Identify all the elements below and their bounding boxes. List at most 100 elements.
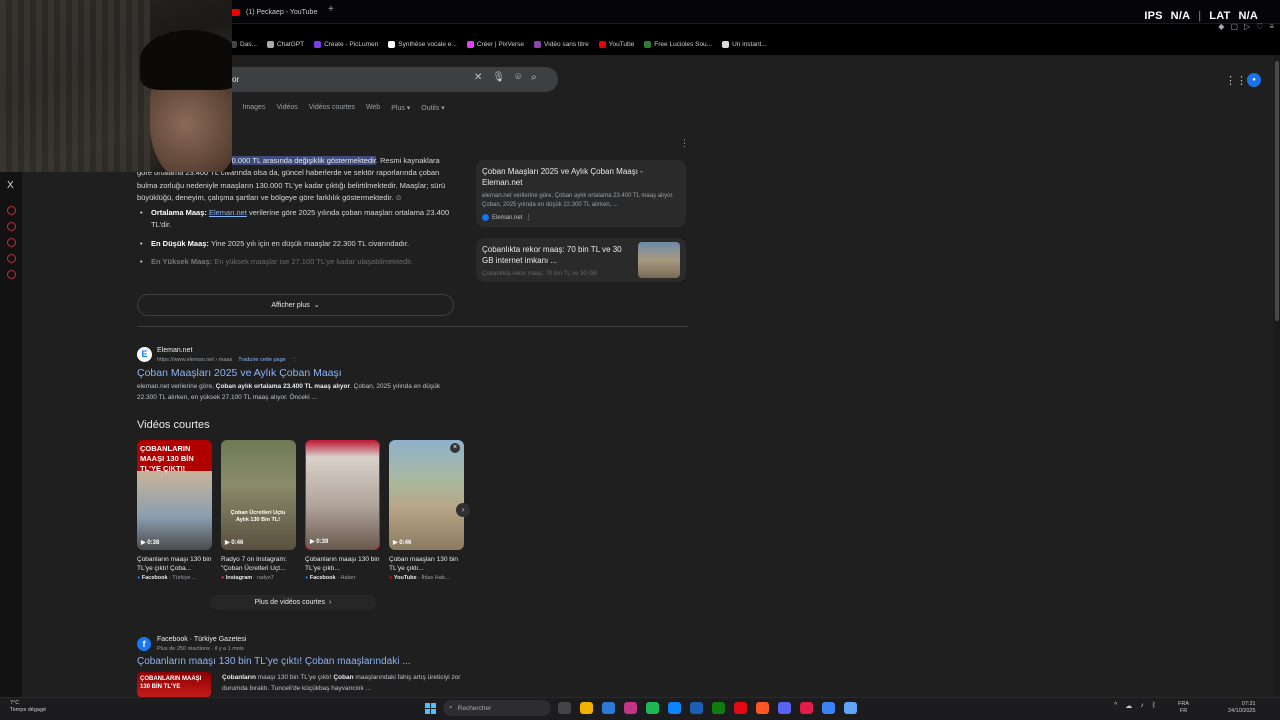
windows-start-icon[interactable]: [425, 703, 436, 714]
clock[interactable]: 07:31 24/10/2025: [1228, 701, 1256, 715]
bookmark-item[interactable]: Un instant...: [722, 40, 767, 48]
bullet-label: En Düşük Maaş:: [151, 238, 209, 248]
record-icon[interactable]: [7, 238, 16, 247]
search-filter-tab[interactable]: Images: [243, 104, 266, 112]
lat-label: LAT: [1209, 10, 1231, 22]
taskbar-app-icon[interactable]: [690, 702, 703, 714]
short-video-card[interactable]: Çoban Ücretleri Uçtu Aylık 130 Bin TL! ▶…: [221, 440, 296, 581]
page-scrollbar[interactable]: [1274, 55, 1280, 697]
short-video-card[interactable]: × ▶ 0:46 Çoban maaşları 130 bin TL'ye çı…: [389, 440, 464, 581]
bookmark-label: Un instant...: [732, 40, 767, 48]
search-filter-tab[interactable]: Outils ▾: [421, 104, 444, 112]
show-more-button[interactable]: Afficher plus ⌄: [137, 294, 454, 316]
taskbar-app-icon[interactable]: [624, 702, 637, 714]
taskbar-search[interactable]: ⌕ Rechercher: [443, 700, 551, 716]
taskbar-app-icon[interactable]: [800, 702, 813, 714]
source-card[interactable]: Çoban Maaşları 2025 ve Aylık Çoban Maaşı…: [476, 160, 686, 227]
link-icon[interactable]: ⊘: [395, 193, 401, 202]
bookmark-icon[interactable]: ◆: [1218, 22, 1224, 31]
taskbar-app-icon[interactable]: [602, 702, 615, 714]
more-options-icon[interactable]: ⋮: [292, 357, 298, 363]
bookmark-item[interactable]: Das...: [230, 40, 257, 48]
search-filter-tab[interactable]: Vidéos: [276, 104, 297, 112]
taskbar-app-icon[interactable]: [756, 702, 769, 714]
bookmark-item[interactable]: Free Lucioles Sou...: [644, 40, 712, 48]
bullet-text: En yüksek maaşlar ise 27.100 TL'ye kadar…: [212, 257, 414, 267]
source-title: Çobanlıkta rekor maaş: 70 bin TL ve 30 G…: [482, 245, 622, 265]
taskbar-app-icon[interactable]: [646, 702, 659, 714]
taskbar-app-icon[interactable]: [712, 702, 725, 714]
result-site[interactable]: Facebook · Türkiye Gazetesi: [157, 636, 246, 643]
language-indicator[interactable]: FRA FR: [1178, 701, 1189, 715]
extension-icon[interactable]: ▢: [1230, 22, 1238, 31]
taskbar-app-icon[interactable]: [822, 702, 835, 714]
bookmark-item[interactable]: ChatGPT: [266, 40, 305, 48]
bookmark-item[interactable]: Créer | PixVerse: [466, 40, 524, 48]
result-thumbnail[interactable]: ÇOBANLARIN MAAŞI 130 BİN TL'YE: [137, 672, 211, 697]
play-icon[interactable]: ▷: [1244, 22, 1250, 31]
search-filter-tab[interactable]: Plus ▾: [391, 104, 410, 112]
bookmark-item[interactable]: Vidéo sans titre: [534, 40, 589, 48]
source-card[interactable]: Çobanlıkta rekor maaş: 70 bin TL ve 30 G…: [476, 238, 686, 282]
short-video-card[interactable]: ▶ 0:39 Çobanların maaşı 130 bin TL'ye çı…: [305, 440, 380, 581]
taskbar-app-icon[interactable]: [734, 702, 747, 714]
scrollbar-thumb[interactable]: [1275, 61, 1279, 321]
menu-icon[interactable]: ≡: [1269, 22, 1274, 31]
bookmark-item[interactable]: Synthèse vocale e...: [388, 40, 457, 48]
microphone-icon[interactable]: 🎙: [492, 72, 505, 83]
search-filter-tab[interactable]: Vidéos courtes: [309, 104, 355, 112]
bookmark-item[interactable]: YouTube: [598, 40, 634, 48]
heart-icon[interactable]: ♡: [1256, 22, 1263, 31]
video-thumbnail: Çoban Ücretleri Uçtu Aylık 130 Bin TL! ▶…: [221, 440, 296, 550]
result-site[interactable]: Eleman.net: [157, 347, 192, 354]
search-filter-tab[interactable]: Web: [366, 104, 380, 112]
bookmark-label: ChatGPT: [276, 40, 305, 48]
weather-widget[interactable]: 7°C Temps dégagé: [10, 700, 46, 714]
taskbar-app-icon[interactable]: [844, 702, 857, 714]
result-url: https://www.eleman.net › maas Traduire c…: [157, 357, 297, 363]
record-icon[interactable]: [7, 270, 16, 279]
result-title[interactable]: Çoban Maaşları 2025 ve Aylık Çoban Maaşı: [137, 367, 342, 379]
result-meta: Plus de 250 réactions · il y a 1 mois: [157, 646, 244, 652]
short-video-card[interactable]: ÇOBANLARIN MAAŞI 130 BİN TL'YE ÇIKTI! ▶ …: [137, 440, 212, 581]
result-title[interactable]: Çobanların maaşı 130 bin TL'ye çıktı! Ço…: [137, 656, 411, 667]
taskbar-app-icon[interactable]: [778, 702, 791, 714]
record-icon[interactable]: [7, 206, 16, 215]
more-options-icon[interactable]: ⋮: [525, 214, 531, 221]
translate-link[interactable]: Traduire cette page: [238, 357, 286, 363]
bullet-label: En Yüksek Maaş:: [151, 257, 213, 267]
more-options-icon[interactable]: ⋮: [680, 138, 689, 149]
bookmark-item[interactable]: Create - PicLumen: [314, 40, 378, 48]
overview-bullet: Ortalama Maaş: Eleman.net verilerine gör…: [137, 207, 455, 232]
close-icon[interactable]: ×: [450, 443, 460, 453]
record-icon[interactable]: [7, 222, 16, 231]
video-platform: YouTube: [393, 575, 417, 581]
lens-icon[interactable]: ⌾: [515, 72, 521, 83]
new-tab-button[interactable]: +: [328, 4, 334, 15]
taskbar-app-icon[interactable]: [558, 702, 571, 714]
microphone-icon[interactable]: ♪: [1140, 702, 1144, 710]
browser-tab[interactable]: (1) Peckaep - YouTube: [230, 2, 317, 22]
cloud-icon[interactable]: ☁: [1125, 702, 1132, 710]
bluetooth-icon[interactable]: ᛒ: [1152, 702, 1156, 710]
close-icon[interactable]: X: [7, 180, 14, 191]
tab-title: (1) Peckaep - YouTube: [246, 8, 318, 16]
youtube-icon: ●: [389, 575, 393, 581]
bookmark-favicon-icon: [266, 40, 274, 48]
taskbar-app-icon[interactable]: [668, 702, 681, 714]
chevron-up-icon[interactable]: ^: [1114, 702, 1117, 710]
more-short-videos-button[interactable]: Plus de vidéos courtes ›: [210, 595, 376, 610]
eleman-favicon-icon: E: [137, 347, 152, 362]
record-icon[interactable]: [7, 254, 16, 263]
chevron-right-icon[interactable]: ›: [456, 503, 470, 517]
bookmark-favicon-icon: [466, 40, 474, 48]
avatar[interactable]: ●: [1247, 73, 1261, 87]
search-icon[interactable]: ⌕: [531, 72, 537, 83]
video-thumbnail: ▶ 0:39: [305, 440, 380, 550]
background-curtain: [0, 0, 150, 172]
bullet-link[interactable]: Eleman.net: [209, 208, 247, 217]
stream-hud: IPS N/A | LAT N/A: [1144, 10, 1258, 22]
taskbar-app-icon[interactable]: [580, 702, 593, 714]
bookmark-label: Vidéo sans titre: [544, 40, 589, 48]
clear-icon[interactable]: ✕: [474, 72, 482, 83]
